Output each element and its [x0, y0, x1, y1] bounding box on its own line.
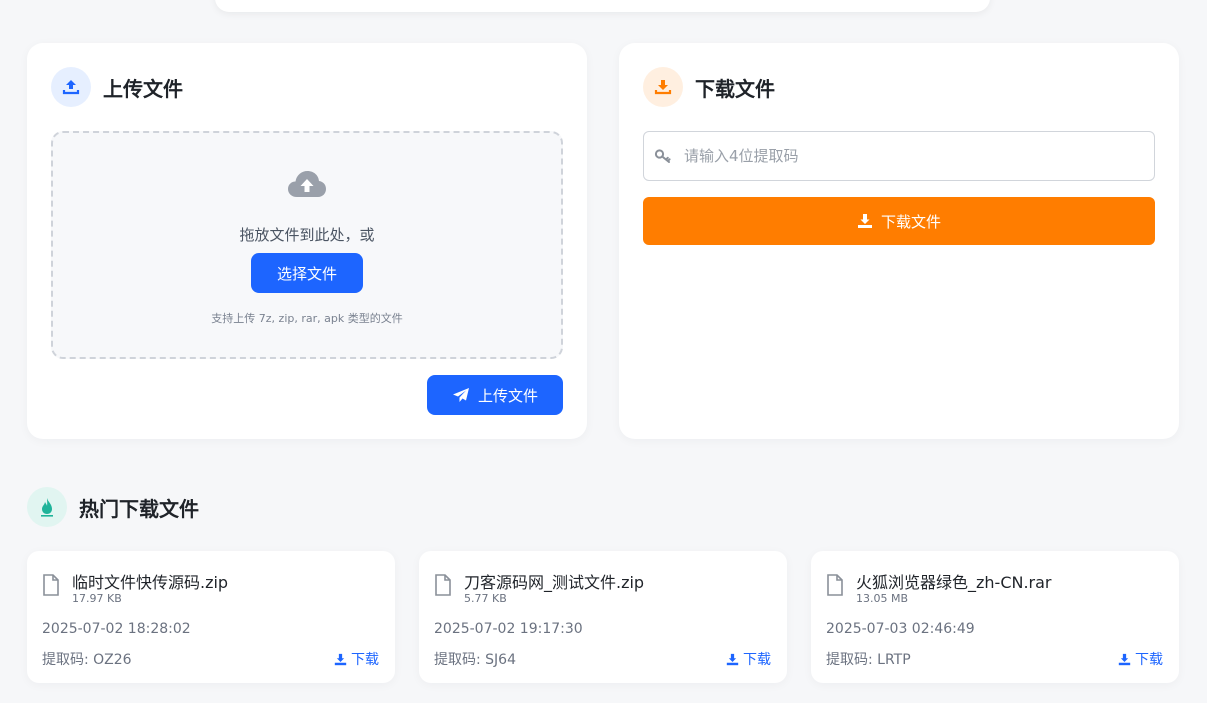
download-button-label: 下载文件: [880, 212, 941, 231]
fire-icon: [27, 487, 67, 527]
file-name: 刀客源码网_测试文件.zip: [464, 573, 645, 592]
download-header: 下载文件: [643, 67, 775, 107]
file-icon: [42, 574, 60, 600]
file-name: 火狐浏览器绿色_zh-CN.rar: [856, 573, 1052, 592]
extraction-code-field: [643, 131, 1155, 181]
drop-instruction: 拖放文件到此处，或: [239, 226, 375, 244]
file-icon: [826, 574, 844, 600]
download-icon: [334, 653, 347, 666]
upload-icon: [51, 67, 91, 107]
file-download-label: 下载: [743, 652, 771, 668]
paper-plane-icon: [452, 387, 470, 403]
upload-button-label: 上传文件: [477, 386, 538, 405]
file-size: 5.77 KB: [464, 592, 507, 605]
upload-title: 上传文件: [103, 76, 183, 101]
download-button[interactable]: 下载文件: [643, 197, 1155, 245]
file-name: 临时文件快传源码.zip: [72, 573, 229, 592]
download-arrow-icon: [857, 213, 873, 229]
file-date: 2025-07-02 19:17:30: [434, 621, 583, 637]
file-card: 临时文件快传源码.zip 17.97 KB 2025-07-02 18:28:0…: [27, 551, 395, 683]
file-dropzone[interactable]: 拖放文件到此处，或 选择文件 支持上传 7z, zip, rar, apk 类型…: [51, 131, 563, 359]
extraction-code-input[interactable]: [684, 147, 1124, 165]
file-date: 2025-07-02 18:28:02: [42, 621, 191, 637]
download-icon: [643, 67, 683, 107]
file-size: 13.05 MB: [856, 592, 909, 605]
file-download-link[interactable]: 下载: [726, 649, 771, 669]
file-download-label: 下载: [1135, 652, 1163, 668]
upload-button[interactable]: 上传文件: [427, 375, 563, 415]
download-icon: [726, 653, 739, 666]
top-header-bar: [215, 0, 990, 12]
supported-types-hint: 支持上传 7z, zip, rar, apk 类型的文件: [211, 312, 403, 325]
file-icon: [434, 574, 452, 600]
upload-header: 上传文件: [51, 67, 183, 107]
download-card: 下载文件 下载文件: [619, 43, 1179, 439]
file-extraction-code: 提取码: SJ64: [434, 652, 516, 668]
hot-downloads-header: 热门下载文件: [27, 487, 199, 527]
choose-file-button[interactable]: 选择文件: [251, 253, 363, 293]
file-download-label: 下载: [351, 652, 379, 668]
file-size: 17.97 KB: [72, 592, 122, 605]
file-download-link[interactable]: 下载: [1118, 649, 1163, 669]
download-icon: [1118, 653, 1131, 666]
key-icon: [654, 148, 672, 164]
file-extraction-code: 提取码: OZ26: [42, 652, 132, 668]
cloud-upload-icon: [287, 169, 327, 203]
file-date: 2025-07-03 02:46:49: [826, 621, 975, 637]
file-extraction-code: 提取码: LRTP: [826, 652, 911, 668]
upload-card: 上传文件 拖放文件到此处，或 选择文件 支持上传 7z, zip, rar, a…: [27, 43, 587, 439]
file-card: 刀客源码网_测试文件.zip 5.77 KB 2025-07-02 19:17:…: [419, 551, 787, 683]
download-title: 下载文件: [695, 76, 775, 101]
hot-downloads-title: 热门下载文件: [79, 496, 199, 521]
file-download-link[interactable]: 下载: [334, 649, 379, 669]
file-card: 火狐浏览器绿色_zh-CN.rar 13.05 MB 2025-07-03 02…: [811, 551, 1179, 683]
